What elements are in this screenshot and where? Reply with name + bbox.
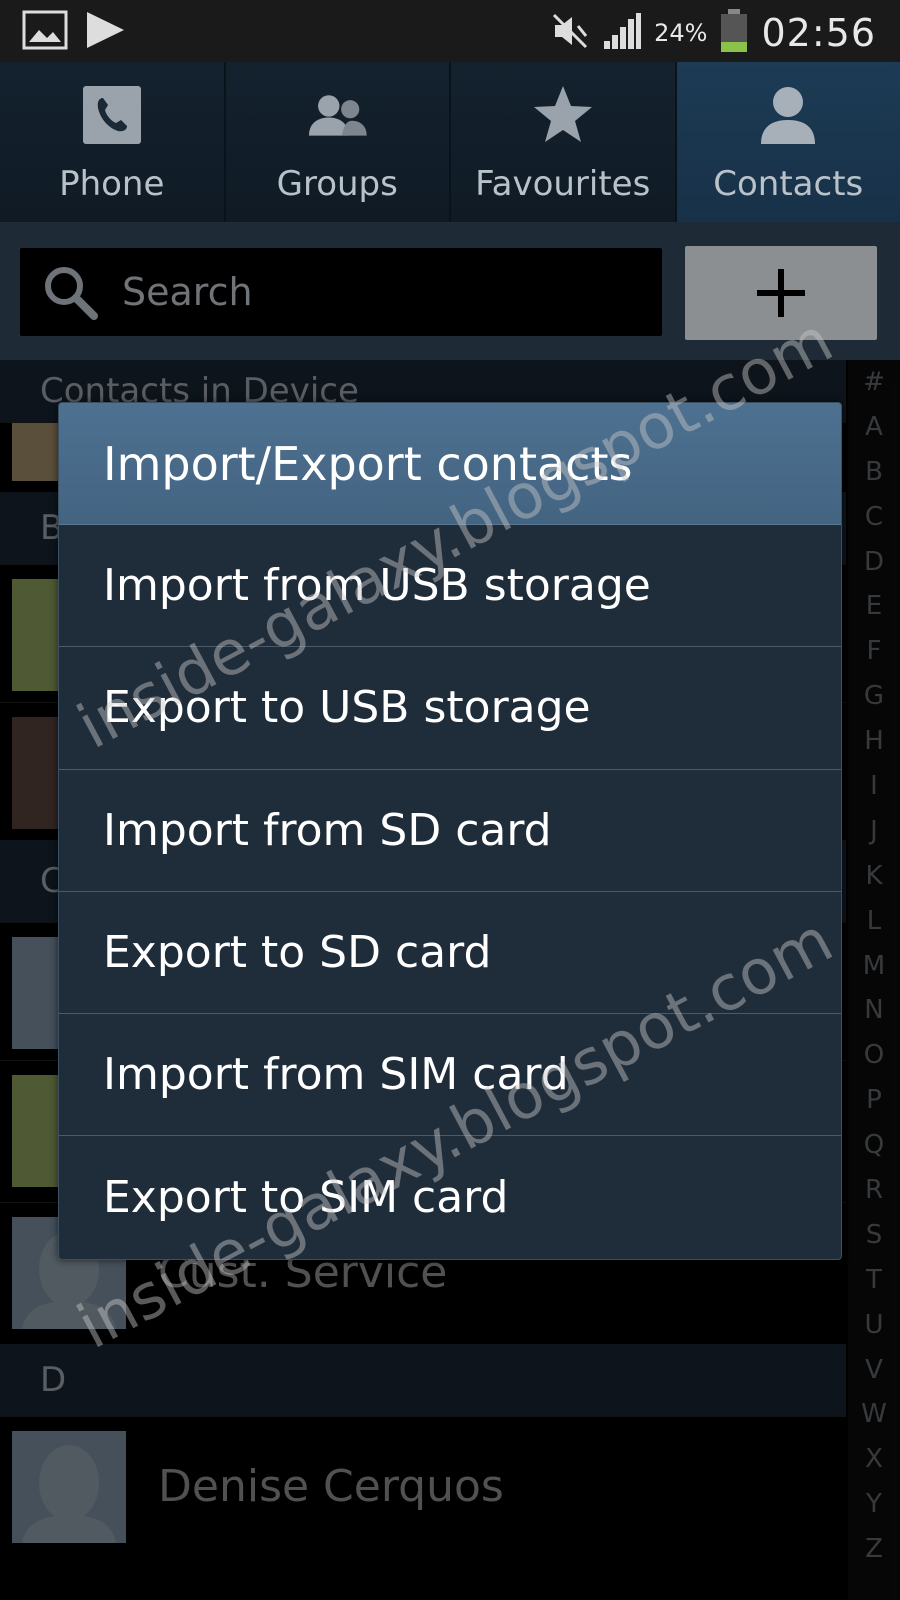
contact-icon [755,82,821,148]
menu-item-import-sd[interactable]: Import from SD card [59,770,841,892]
play-store-icon [84,10,126,54]
status-bar: 24% 02:56 [0,0,900,62]
gallery-icon [22,10,68,54]
mute-icon [550,11,590,55]
search-input[interactable] [122,270,622,314]
tab-label: Favourites [475,164,651,204]
search-icon [45,267,98,320]
tab-bar: Phone Groups Favourites Contacts [0,62,900,222]
clock: 02:56 [761,11,876,55]
tab-label: Contacts [713,164,864,204]
battery-percent: 24% [654,19,708,47]
tab-phone[interactable]: Phone [0,62,226,222]
search-field[interactable] [20,248,662,336]
tab-contacts[interactable]: Contacts [676,62,900,222]
signal-icon [602,11,642,55]
battery-icon [719,8,749,58]
groups-icon [304,82,370,148]
phone-icon [79,82,145,148]
tab-favourites[interactable]: Favourites [451,62,677,222]
tab-groups[interactable]: Groups [225,62,451,222]
tab-label: Phone [59,164,165,204]
tab-label: Groups [276,164,398,204]
star-icon [530,82,596,148]
